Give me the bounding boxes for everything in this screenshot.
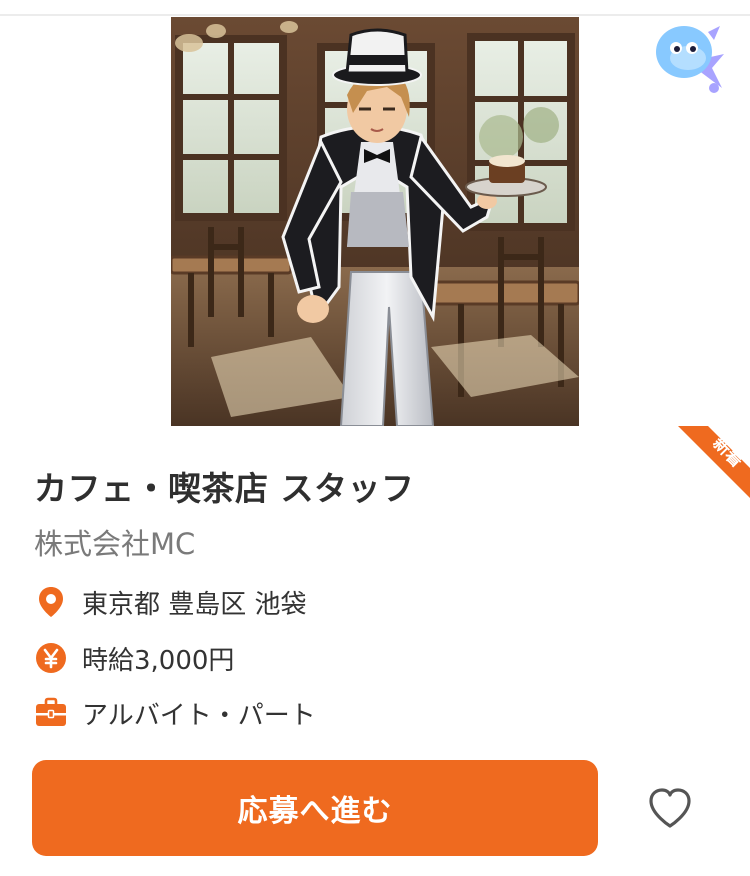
apply-button[interactable]: 応募へ進む xyxy=(32,760,598,856)
company-name: 株式会社MC xyxy=(34,527,196,561)
employment-type-text: アルバイト・パート xyxy=(82,700,316,731)
wage-text: 時給3,000円 xyxy=(82,645,235,676)
job-illustration xyxy=(171,17,579,426)
employment-type-row: アルバイト・パート xyxy=(34,693,316,733)
briefcase-icon xyxy=(34,696,68,730)
new-badge-label: 新着 xyxy=(708,433,747,472)
wage-row: 時給3,000円 xyxy=(34,638,234,678)
job-card: 新着 カフェ・喫茶店 スタッフ 株式会社MC 東京都 豊島区 池袋 時給3,00… xyxy=(0,0,750,876)
location-row: 東京都 豊島区 池袋 xyxy=(34,582,307,622)
job-image[interactable] xyxy=(171,17,579,426)
top-divider xyxy=(0,14,750,16)
location-text: 東京都 豊島区 池袋 xyxy=(82,589,307,620)
job-title[interactable]: カフェ・喫茶店 スタッフ xyxy=(34,462,415,510)
mascot-icon[interactable] xyxy=(650,18,728,96)
favorite-button[interactable] xyxy=(642,780,698,836)
heart-outline-icon xyxy=(649,788,691,828)
yen-icon xyxy=(34,641,68,675)
map-pin-icon xyxy=(34,585,68,619)
